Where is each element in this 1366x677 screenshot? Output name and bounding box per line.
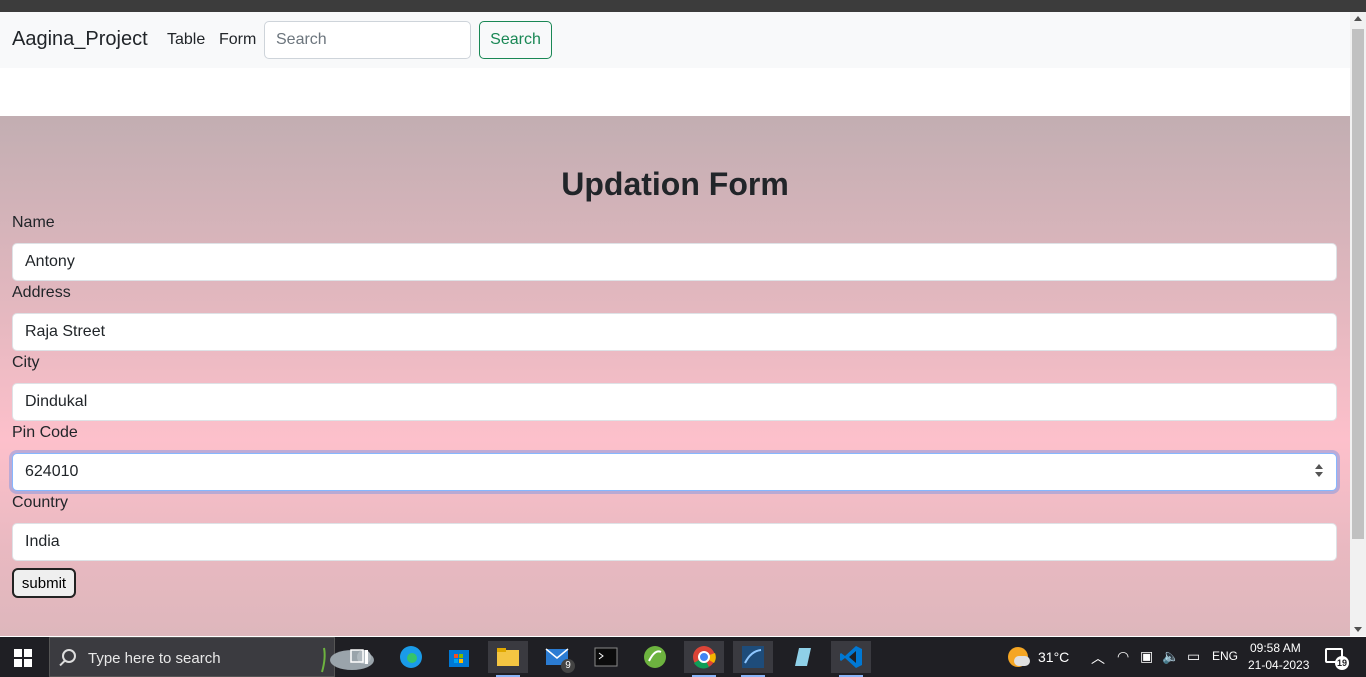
city-input[interactable] [12,383,1337,421]
weather-temperature: 31°C [1038,649,1070,665]
notification-count-badge: 19 [1335,656,1349,670]
mail-badge: 9 [561,659,575,673]
country-label: Country [12,494,69,511]
windows-start-icon[interactable] [14,649,32,667]
nav-link-table[interactable]: Table [167,31,205,49]
terminal-icon[interactable] [586,641,626,673]
microsoft-store-icon[interactable] [439,641,479,673]
taskbar-search-placeholder: Type here to search [88,650,221,667]
battery-icon[interactable]: ▭ [1187,648,1200,665]
task-view-icon[interactable] [340,641,380,673]
submit-button[interactable]: submit [12,568,76,598]
notepad-icon[interactable] [782,641,822,673]
wifi-icon[interactable]: ◠ [1117,648,1129,665]
scroll-down-icon[interactable] [1354,627,1362,632]
stepper-down-icon[interactable] [1315,472,1323,477]
language-indicator[interactable]: ENG [1212,649,1238,663]
spring-tool-icon[interactable] [635,641,675,673]
updation-form-section: Updation Form Name Address City Pin Code… [0,116,1350,636]
file-explorer-icon[interactable] [488,641,528,677]
navbar-brand[interactable]: Aagina_Project [12,28,148,51]
chevron-up-icon[interactable]: ︿ [1091,648,1105,668]
clock-date[interactable]: 21-04-2023 [1248,658,1309,672]
address-label: Address [12,284,71,301]
country-input[interactable] [12,523,1337,561]
navbar-search-input[interactable] [264,21,471,59]
address-input[interactable] [12,313,1337,351]
page-scrollbar[interactable] [1350,12,1366,636]
navbar: Aagina_Project Table Form Search [0,12,1350,68]
nav-link-form[interactable]: Form [219,31,256,49]
browser-tab-strip [0,0,1366,12]
vscode-icon[interactable] [831,641,871,677]
name-label: Name [12,214,55,231]
mail-icon[interactable]: 9 [537,641,577,673]
windows-taskbar: Type here to search 9 31°C ︿ ◠ ▣ 🔈 ▭ ENG… [0,637,1366,677]
scroll-up-icon[interactable] [1354,16,1362,21]
city-label: City [12,354,40,371]
volume-icon[interactable]: 🔈 [1162,648,1179,665]
form-title: Updation Form [561,166,789,202]
mysql-workbench-icon[interactable] [733,641,773,677]
edge-browser-icon[interactable] [391,641,431,673]
meet-now-icon[interactable]: ▣ [1140,648,1153,665]
clock-time[interactable]: 09:58 AM [1250,641,1301,655]
stepper-up-icon[interactable] [1315,464,1323,469]
navbar-search-button[interactable]: Search [479,21,552,59]
taskbar-search-box[interactable]: Type here to search [49,637,374,677]
name-input[interactable] [12,243,1337,281]
weather-widget[interactable]: 31°C [1008,647,1069,667]
page-viewport: Aagina_Project Table Form Search Updatio… [0,12,1350,636]
pin-code-input[interactable] [12,453,1337,491]
scroll-thumb[interactable] [1352,29,1364,539]
pin-code-stepper[interactable] [1313,461,1325,483]
partly-cloudy-icon [1008,647,1030,667]
chrome-browser-icon[interactable] [684,641,724,677]
pin-code-label: Pin Code [12,424,78,441]
search-icon [62,649,76,663]
pin-code-field [12,453,1337,491]
